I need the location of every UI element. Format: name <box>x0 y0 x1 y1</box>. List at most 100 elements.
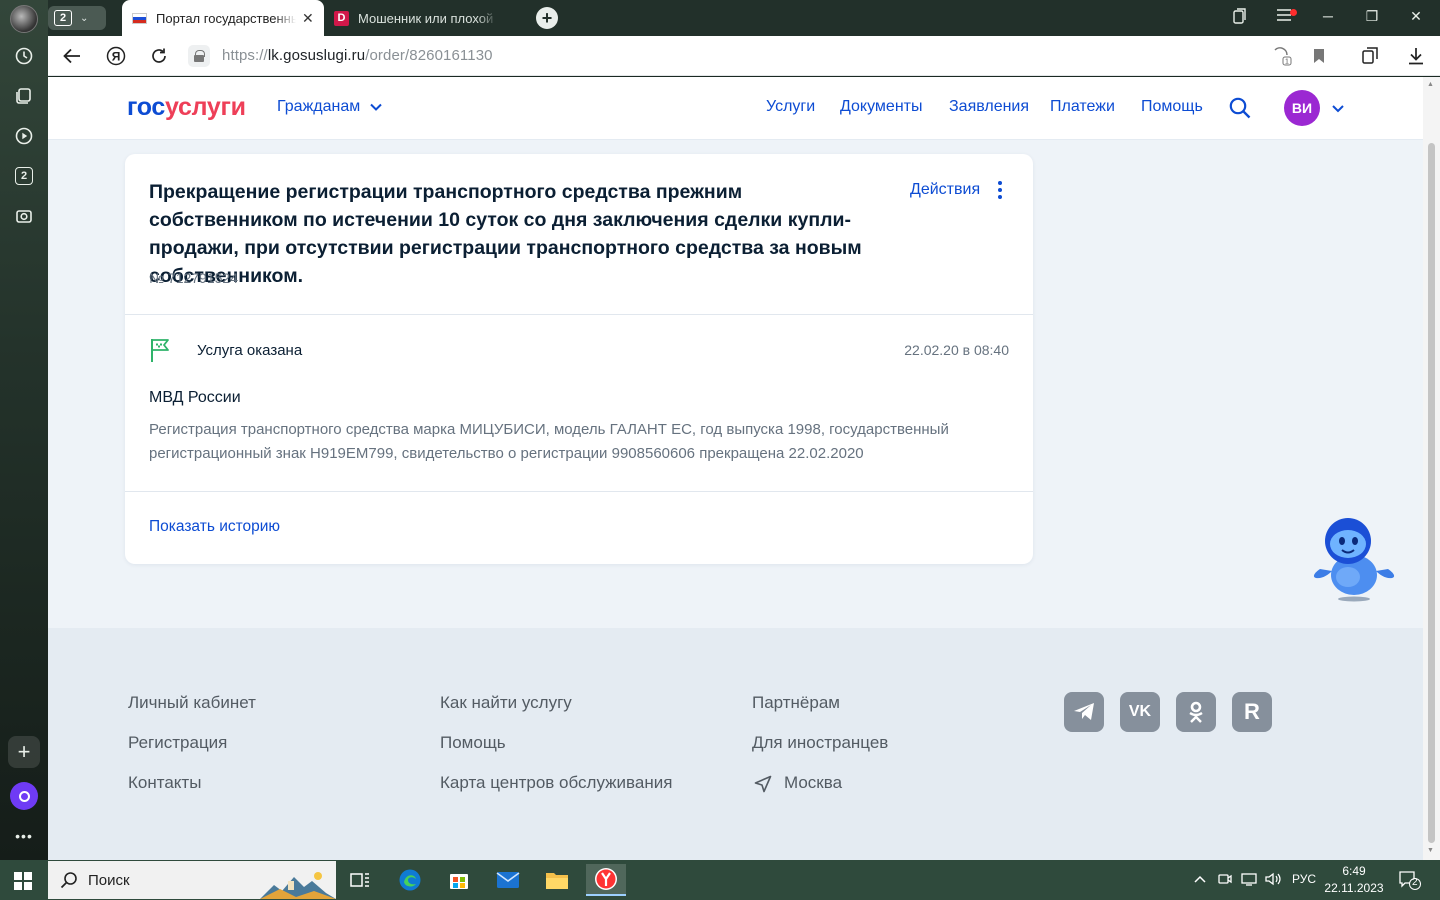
video-icon[interactable] <box>8 120 40 152</box>
order-description: Регистрация транспортного средства марка… <box>149 421 949 462</box>
scroll-thumb[interactable] <box>1428 143 1435 843</box>
footer-link-registration[interactable]: Регистрация <box>128 733 227 753</box>
robot-assistant-icon[interactable] <box>1310 515 1398 605</box>
scroll-down-icon[interactable]: ▼ <box>1427 847 1434 854</box>
tab-group-button[interactable]: 2 ⌄ <box>48 6 106 30</box>
tab-title: Мошенник или плохой пользователь <box>358 10 498 26</box>
clock-date: 22.11.2023 <box>1324 881 1384 895</box>
status-date: 22.02.20 в 08:40 <box>904 342 1009 358</box>
edge-icon[interactable] <box>390 864 430 896</box>
order-title: Прекращение регистрации транспортного ср… <box>149 181 862 287</box>
status-text: Услуга оказана <box>197 342 303 359</box>
history-icon[interactable] <box>8 40 40 72</box>
tab-title: Портал государственных услуг <box>156 10 296 26</box>
location-arrow-icon <box>754 775 772 793</box>
reload-icon[interactable] <box>149 46 169 66</box>
meet-now-icon[interactable] <box>1218 872 1232 889</box>
tabs-counter-icon[interactable]: 2 <box>8 160 40 192</box>
kebab-menu-icon <box>998 181 1003 199</box>
mail-icon[interactable] <box>488 864 528 896</box>
divider <box>125 491 1033 492</box>
footer-link-cabinet[interactable]: Личный кабинет <box>128 693 256 713</box>
vertical-scrollbar[interactable]: ▲ ▼ <box>1423 77 1440 860</box>
divider <box>125 314 1033 315</box>
search-highlight-illustration <box>260 872 336 899</box>
url-scheme: https:// <box>222 47 268 64</box>
tray-expand-icon[interactable] <box>1194 872 1206 886</box>
audience-menu[interactable]: Гражданам <box>277 98 382 116</box>
flag-icon <box>151 339 169 362</box>
show-history-link[interactable]: Показать историю <box>149 518 280 536</box>
nav-payments[interactable]: Платежи <box>1050 98 1115 116</box>
footer-link-help[interactable]: Помощь <box>440 733 506 753</box>
telegram-icon[interactable] <box>1064 692 1104 732</box>
file-explorer-icon[interactable] <box>537 864 577 896</box>
more-icon[interactable]: ••• <box>8 820 40 852</box>
lock-icon[interactable] <box>188 45 210 67</box>
windows-taskbar: Поиск РУС 6:49 22.11.2023 2 <box>0 860 1440 900</box>
volume-icon[interactable] <box>1265 872 1281 889</box>
network-icon[interactable] <box>1241 872 1257 889</box>
microsoft-store-icon[interactable] <box>439 864 479 896</box>
russia-flag-icon <box>132 12 147 24</box>
clock-time: 6:49 <box>1342 864 1366 878</box>
download-icon[interactable] <box>1406 46 1426 66</box>
odnoklassniki-icon[interactable] <box>1176 692 1216 732</box>
task-view-icon[interactable] <box>340 864 380 896</box>
footer-link-partners[interactable]: Партнёрам <box>752 693 840 713</box>
gosuslugi-logo[interactable]: госуслуги <box>127 93 246 122</box>
scroll-up-icon[interactable]: ▲ <box>1427 81 1434 88</box>
vk-icon[interactable]: VK <box>1120 692 1160 732</box>
close-window-icon[interactable]: ✕ <box>1405 8 1427 25</box>
order-number: № 712791524 <box>149 270 238 286</box>
footer-link-find-service[interactable]: Как найти услугу <box>440 693 572 713</box>
bookmark-icon[interactable] <box>1309 46 1329 66</box>
url-field[interactable]: https://lk.gosuslugi.ru/order/8260161130 <box>222 47 493 64</box>
page-viewport: госуслуги Гражданам Услуги Документы Зая… <box>48 77 1423 860</box>
alice-assistant-icon[interactable] <box>10 782 38 810</box>
taskbar-search[interactable]: Поиск <box>48 861 336 899</box>
actions-button[interactable]: Действия <box>910 181 1003 199</box>
notification-center-icon[interactable]: 2 <box>1398 870 1422 893</box>
tab-gosuslugi[interactable]: Портал государственных услуг ✕ <box>122 0 324 36</box>
screenshot-icon[interactable] <box>8 200 40 232</box>
back-arrow-icon[interactable] <box>62 46 82 66</box>
restore-icon[interactable]: ❐ <box>1361 8 1383 25</box>
collections-icon[interactable] <box>8 80 40 112</box>
new-tab-button[interactable]: + <box>536 7 558 29</box>
nav-help[interactable]: Помощь <box>1141 98 1203 116</box>
address-bar: Я https://lk.gosuslugi.ru/order/82601611… <box>48 36 1440 76</box>
nav-services[interactable]: Услуги <box>766 98 815 116</box>
footer-link-service-centers[interactable]: Карта центров обслуживания <box>440 773 672 793</box>
order-card: Прекращение регистрации транспортного ср… <box>125 154 1033 564</box>
user-avatar[interactable]: ВИ <box>1284 90 1320 126</box>
reading-list-icon[interactable] <box>1361 46 1381 66</box>
svg-text:1: 1 <box>1285 59 1289 66</box>
footer-link-foreigners[interactable]: Для иностранцев <box>752 733 888 753</box>
add-panel-button[interactable]: + <box>8 736 40 768</box>
chevron-down-icon[interactable] <box>1331 99 1345 117</box>
yandex-letter: Я <box>112 50 121 64</box>
url-path: /order/8260161130 <box>365 47 493 64</box>
protect-icon[interactable]: 1 <box>1272 46 1292 66</box>
yandex-icon[interactable]: Я <box>106 46 126 66</box>
close-icon[interactable]: ✕ <box>302 10 314 27</box>
minimize-icon[interactable]: ─ <box>1317 8 1339 24</box>
profile-avatar[interactable] <box>10 5 38 33</box>
location-selector[interactable]: Москва <box>784 773 842 793</box>
tab-fraud[interactable]: D Мошенник или плохой пользователь <box>328 0 524 36</box>
nav-applications[interactable]: Заявления <box>949 98 1029 116</box>
rutube-icon[interactable]: R <box>1232 692 1272 732</box>
system-clock[interactable]: 6:49 22.11.2023 <box>1324 863 1384 897</box>
site-favicon-icon: D <box>334 10 349 26</box>
footer-link-contacts[interactable]: Контакты <box>128 773 201 793</box>
taskbar-search-placeholder: Поиск <box>88 871 130 889</box>
url-host: lk.gosuslugi.ru <box>267 47 366 64</box>
search-icon[interactable] <box>1229 97 1251 119</box>
windows-start-icon[interactable] <box>14 872 32 890</box>
yandex-browser-taskbar-icon[interactable] <box>586 864 626 896</box>
nav-documents[interactable]: Документы <box>840 98 922 116</box>
notification-dot <box>1290 9 1297 16</box>
input-language[interactable]: РУС <box>1292 872 1316 886</box>
bookmarks-panel-icon[interactable] <box>1229 8 1251 27</box>
